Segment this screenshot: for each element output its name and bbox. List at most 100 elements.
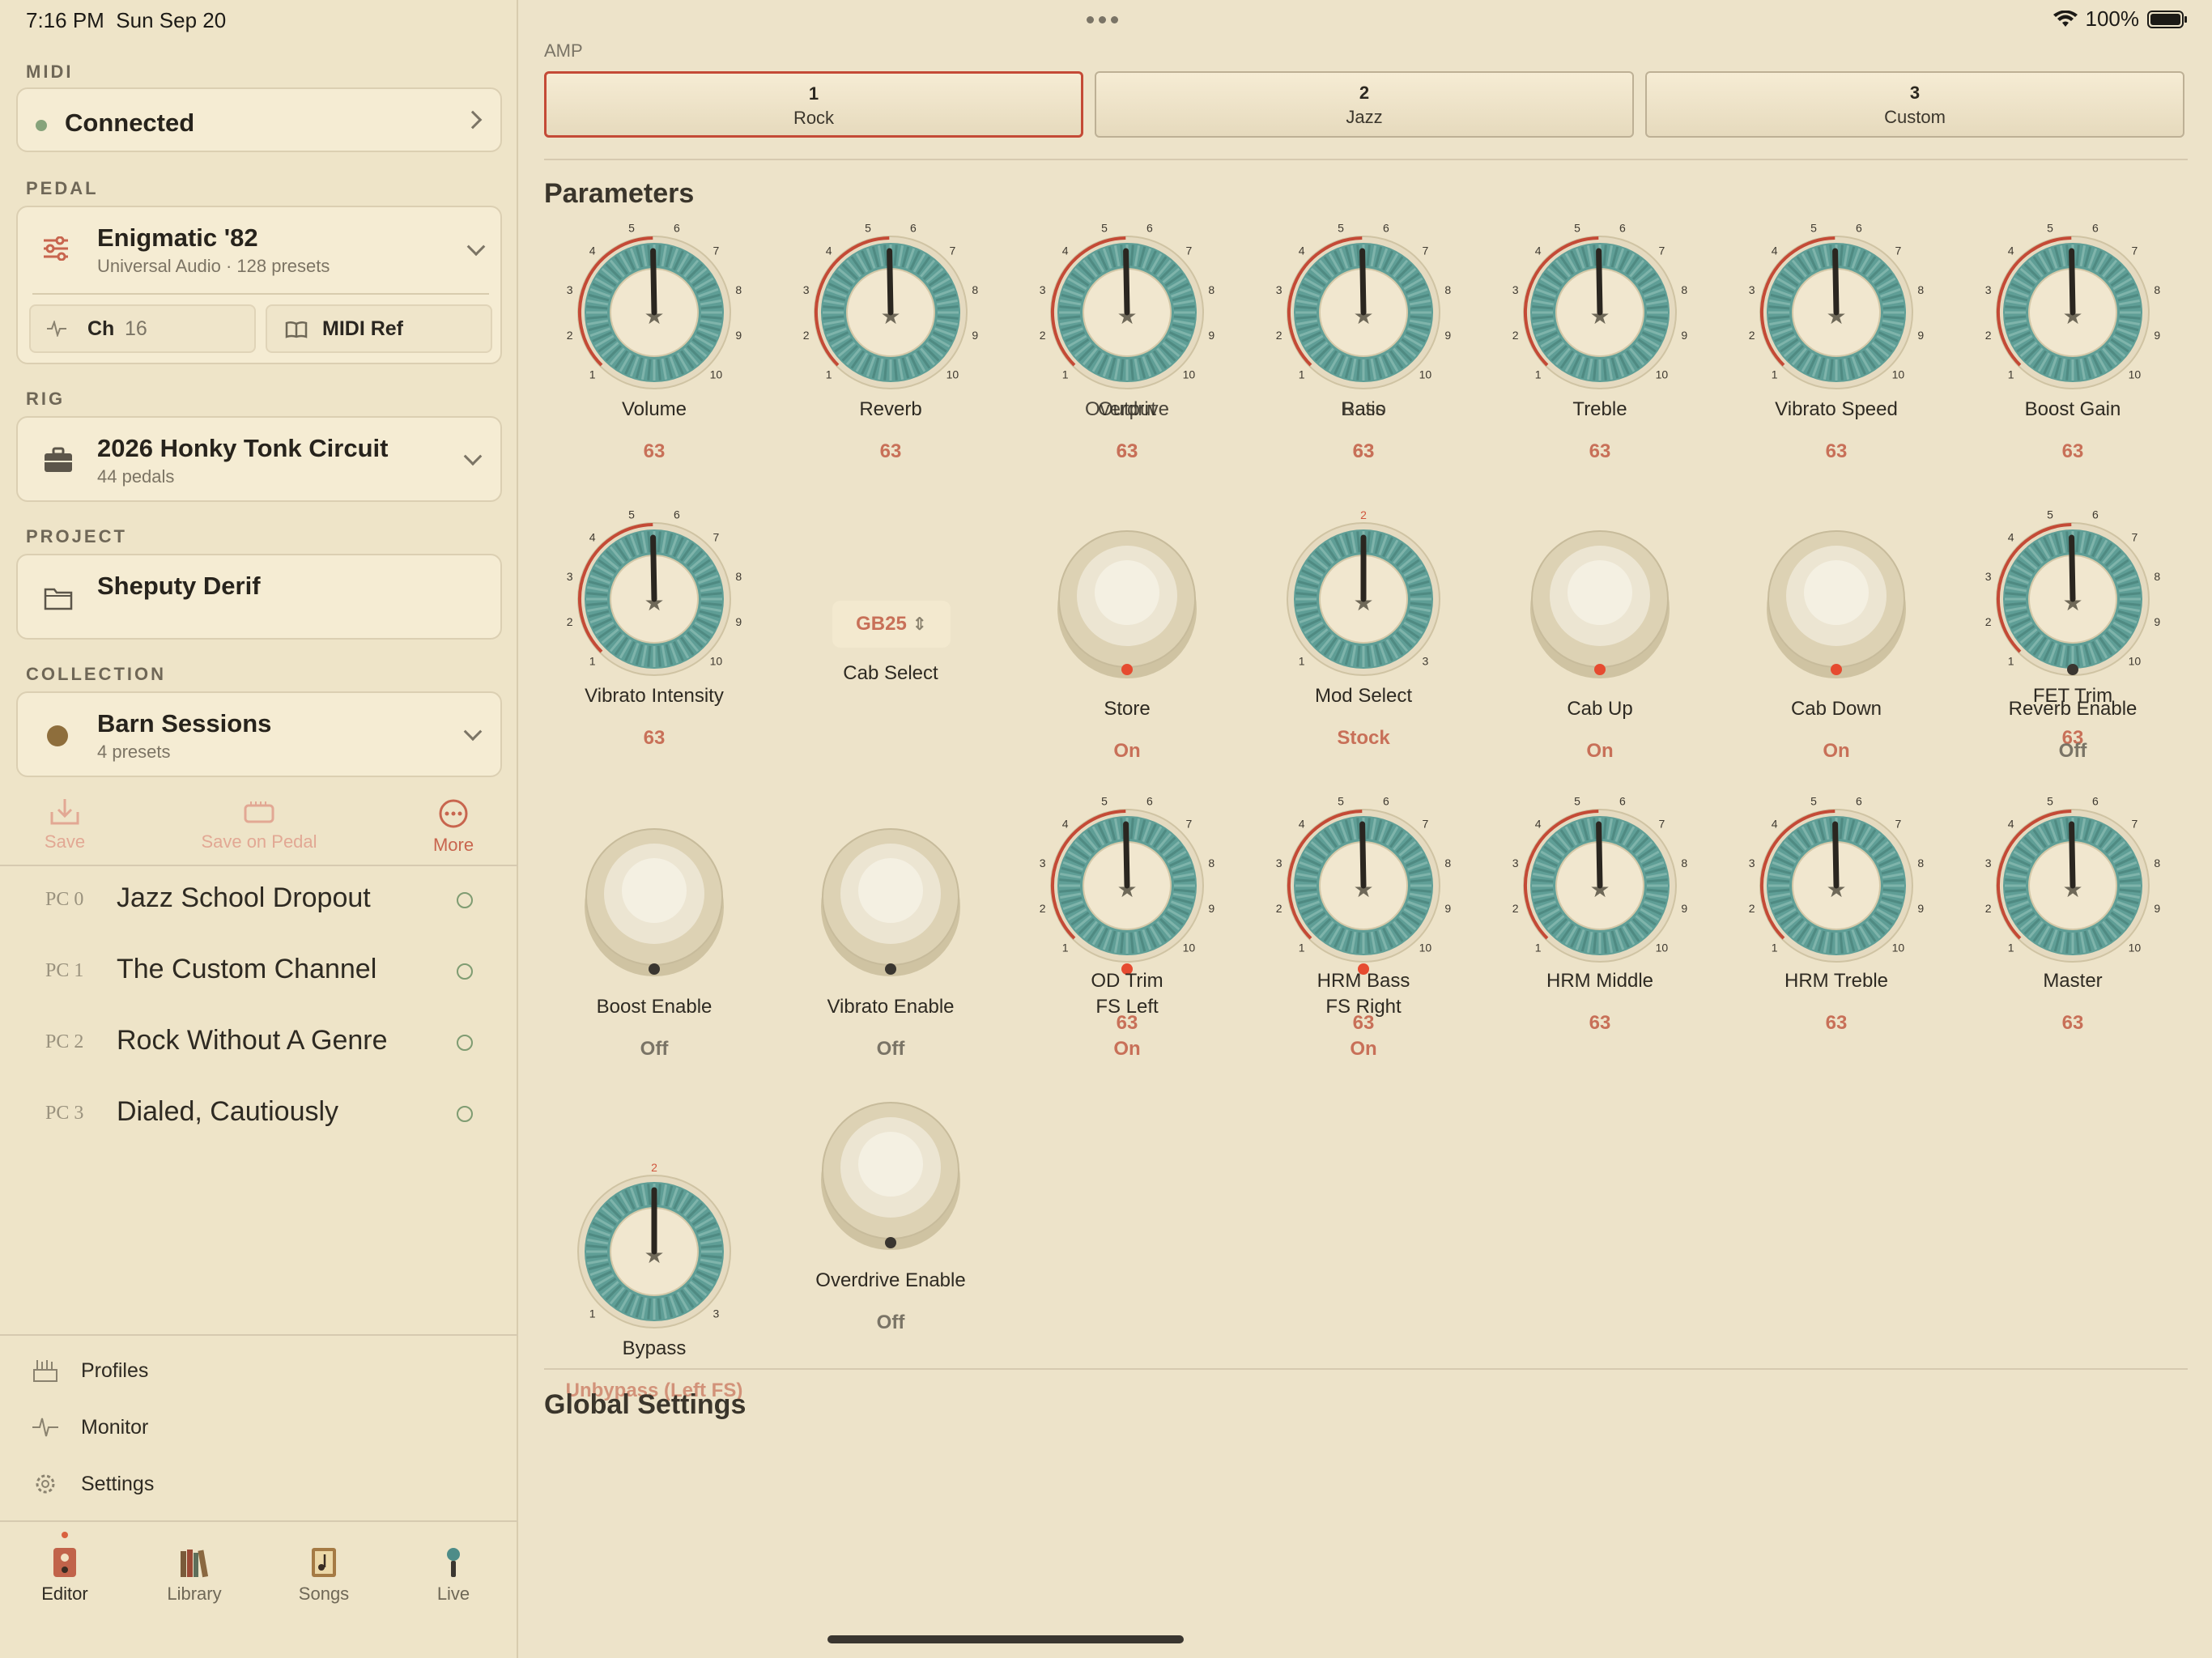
hrm-bass-knob[interactable]: ★ 1 2 3 4 5 6 7 8 9 10 [1276,795,1451,967]
nav-profiles[interactable]: Profiles [32,1358,148,1383]
rig-selector[interactable]: 2026 Honky Tonk Circuit 44 pedals [16,416,502,502]
knob-tick-label: 2 [1985,902,1992,915]
knob-tick-label: 3 [1276,283,1283,296]
amp-number: 2 [1359,83,1370,103]
knob-tick-label: 4 [1062,244,1069,257]
amp-button-custom[interactable]: 3 Custom [1645,71,2184,138]
knob-tick-label: 5 [1810,795,1817,808]
briefcase-icon [45,447,72,472]
boost-gain-knob[interactable]: ★ 1 2 3 4 5 6 7 8 9 10 [1985,222,2160,393]
preset-pc-number: PC 3 [45,1103,84,1124]
save-button[interactable]: Save [0,797,138,852]
knob-tick-label: 1 [589,1307,596,1320]
reverb-knob[interactable]: ★ 1 2 3 4 5 6 7 8 9 10 [803,222,978,393]
midi-connection-card[interactable]: Connected [16,87,502,152]
tab-live[interactable]: Live [389,1546,518,1605]
preset-row[interactable]: PC 1 The Custom Channel [0,937,518,1009]
param-value: 63 [2061,1012,2084,1034]
sliders-icon [44,236,68,261]
knob-tick-label: 6 [1619,222,1626,235]
hrm-middle-knob[interactable]: ★ 1 2 3 4 5 6 7 8 9 10 [1512,795,1687,967]
knob-tick-label: 5 [1574,222,1580,235]
od-trim-knob[interactable]: ★ 1 2 3 4 5 6 7 8 9 10 [1040,795,1214,967]
knob-tick-label: 9 [972,329,978,342]
boost-enable-button[interactable] [573,816,735,978]
hrm-treble-knob[interactable]: ★ 1 2 3 4 5 6 7 8 9 10 [1749,795,1924,967]
tray-download-icon [50,799,79,825]
collection-label: COLLECTION [26,664,166,684]
pulse-icon [32,1418,58,1437]
knob-tick-label: 8 [1208,283,1214,296]
param-name: HRM Middle [1546,970,1654,992]
vibrato-speed-knob[interactable]: ★ 1 2 3 4 5 6 7 8 9 10 [1749,222,1924,393]
cab-up-button[interactable] [1519,518,1681,680]
knob-tick-label: 1 [1772,368,1778,380]
knob-tick-label: 8 [735,283,742,296]
preset-row[interactable]: PC 0 Jazz School Dropout [0,866,518,937]
store-button[interactable] [1046,518,1208,680]
preset-row[interactable]: PC 2 Rock Without A Genre [0,1009,518,1080]
amp-button-rock[interactable]: 1 Rock [544,71,1083,138]
chevron-down-icon [463,447,483,466]
preset-name: Dialed, Cautiously [117,1096,339,1127]
knob-tick-label: 7 [1895,818,1901,831]
tab-editor[interactable]: Editor [0,1532,130,1605]
fet-trim-knob[interactable]: ★ 1 2 3 4 5 6 7 8 9 10 [1985,508,2160,680]
cab-select-stepper[interactable]: GB25 ⇕ [832,601,951,648]
knob-tick-label: 1 [2008,368,2014,380]
knob-tick-label: 1 [589,654,596,667]
midi-channel-button[interactable]: Ch 16 [29,304,256,353]
nav-settings[interactable]: Settings [32,1472,154,1496]
param-name: Ratio [1340,398,1387,420]
midi-label: MIDI [26,62,74,82]
knob-tick-label: 9 [735,615,742,628]
overdrive-enable-button[interactable] [810,1090,972,1252]
treble-knob[interactable]: ★ 1 2 3 4 5 6 7 8 9 10 [1512,222,1687,393]
pedal-selector[interactable]: Enigmatic '82 Universal Audio · 128 pres… [18,207,504,291]
save-on-pedal-button[interactable]: Save on Pedal [186,797,332,852]
multitask-dots-icon[interactable] [1087,16,1118,23]
mod-select-knob[interactable]: ★ 1 3 [1283,518,1444,680]
cab-down-button[interactable] [1755,518,1917,680]
vibrato-enable-button[interactable] [810,816,972,978]
knob-tick-label: 8 [1444,857,1451,869]
project-selector[interactable]: Sheputy Derif [16,554,502,640]
amp-name: Rock [793,108,835,128]
overdrive-knob[interactable]: ★ 1 2 3 4 5 6 7 8 9 10 [1040,222,1214,393]
midi-ref-button[interactable]: MIDI Ref [266,304,492,353]
knob-tick-label: 2 [567,615,573,628]
status-indicators: 100% [2052,6,2189,32]
knob-tick-label: 9 [2154,615,2160,628]
preset-row[interactable]: PC 3 Dialed, Cautiously [0,1080,518,1151]
knob-tick-label: 10 [1892,368,1905,380]
knob-tick-label: 8 [2154,283,2160,296]
sidebar: 7:16 PM Sun Sep 20 MIDI Connected PEDAL … [0,0,518,1658]
cab-up-led [1594,664,1606,675]
master-knob[interactable]: ★ 1 2 3 4 5 6 7 8 9 10 [1985,795,2160,967]
knob-tick-label: 10 [1656,941,1669,954]
param-name: Volume [621,398,687,420]
bypass-knob[interactable]: ★ 1 3 [573,1171,735,1333]
knob-tick-label: 6 [1146,795,1153,808]
knob-tick-label: 3 [1276,857,1283,869]
amp-button-jazz[interactable]: 2 Jazz [1095,71,1634,138]
volume-knob[interactable]: ★ 1 2 3 4 5 6 7 8 9 10 [567,222,742,393]
param-value: 63 [1589,440,1611,462]
knob-tick-label: 8 [2154,570,2160,583]
tab-library[interactable]: Library [130,1546,259,1605]
tab-songs[interactable]: Songs [259,1546,389,1605]
more-button[interactable]: More [381,797,526,856]
param-name: Vibrato Intensity [585,685,724,707]
vibrato-intensity-knob[interactable]: ★ 1 2 3 4 5 6 7 8 9 10 [567,508,742,680]
knob-tick-label: 7 [1658,818,1665,831]
param-value: On [1823,740,1850,762]
bass-knob[interactable]: ★ 1 2 3 4 5 6 7 8 9 10 [1276,222,1451,393]
knob-tick-label: 6 [2092,795,2099,808]
knob-graphic [1057,530,1197,678]
knob-tick-label: 1 [2008,654,2014,667]
cab-select-value: GB25 [856,613,907,635]
nav-monitor[interactable]: Monitor [32,1415,148,1439]
more-ellipsis-icon [439,799,468,828]
collection-selector[interactable]: Barn Sessions 4 presets [16,691,502,777]
knob-tick-label: 6 [1383,795,1389,808]
